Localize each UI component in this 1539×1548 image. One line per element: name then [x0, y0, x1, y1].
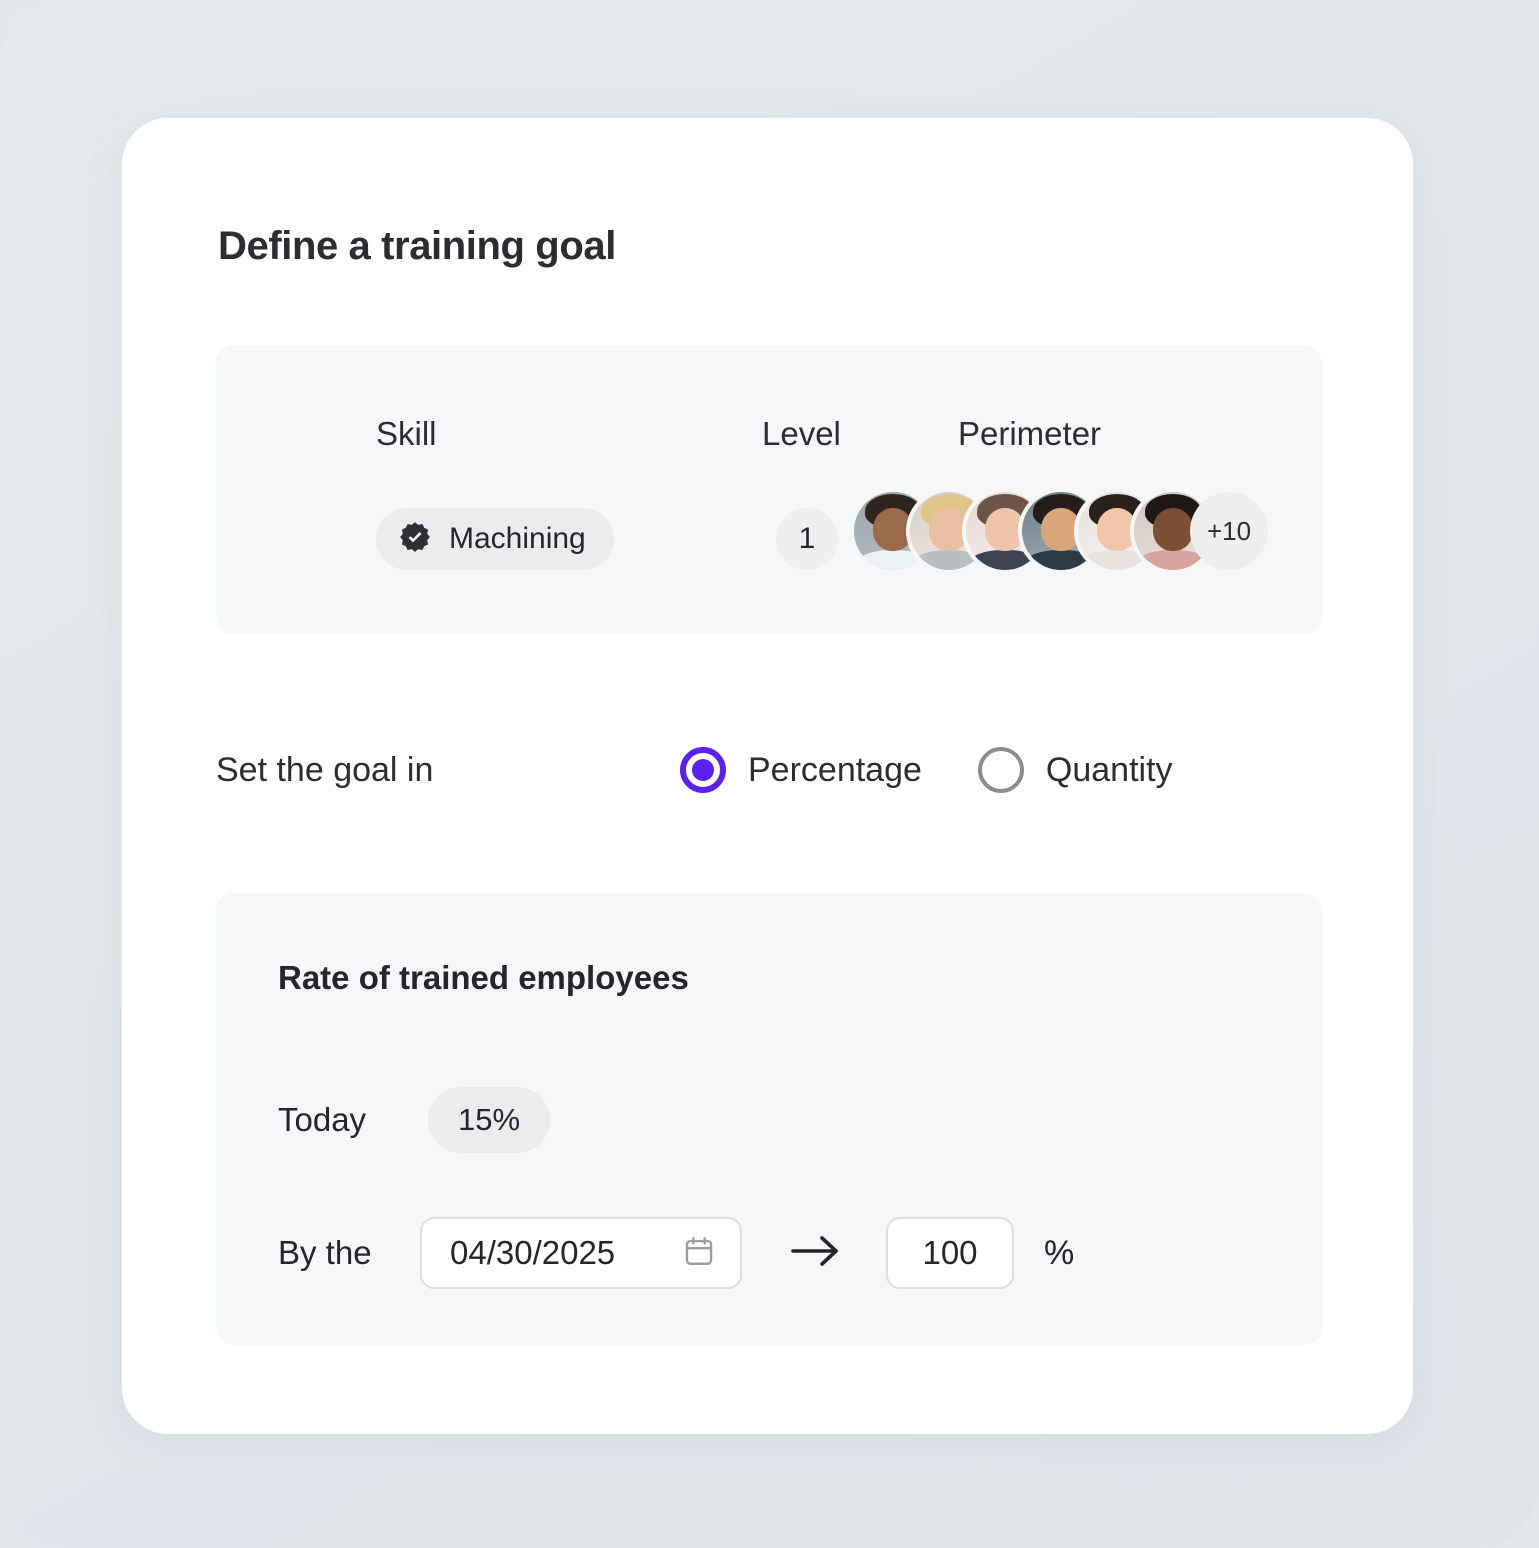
skill-summary-panel: Skill Level Perimeter Machining 1 +10 [216, 345, 1322, 634]
column-header-skill: Skill [376, 415, 437, 452]
target-rate-row: By the 04/30/2025 100 % [278, 1215, 1074, 1291]
today-label: Today [278, 1101, 367, 1138]
radio-option-percentage[interactable]: Percentage [680, 747, 922, 793]
avatar-overflow-count[interactable]: +10 [1190, 492, 1268, 570]
skill-chip-label: Machining [449, 522, 586, 555]
target-date-value: 04/30/2025 [450, 1234, 616, 1271]
target-unit-label: % [1044, 1233, 1075, 1272]
radio-option-quantity[interactable]: Quantity [977, 747, 1173, 793]
radio-percentage-icon[interactable] [680, 747, 726, 793]
radio-quantity-icon[interactable] [977, 747, 1024, 793]
training-goal-card: Define a training goal Skill Level Perim… [122, 118, 1413, 1434]
goal-type-row: Set the goal in Percentage Quantity [216, 740, 1322, 800]
rate-panel: Rate of trained employees Today 15% By t… [216, 893, 1322, 1345]
rate-panel-title: Rate of trained employees [278, 959, 689, 996]
level-badge[interactable]: 1 [776, 508, 838, 570]
by-the-label: By the [278, 1234, 372, 1271]
calendar-icon[interactable] [682, 1234, 716, 1273]
target-value-input[interactable]: 100 [886, 1217, 1014, 1289]
perimeter-avatar-stack[interactable]: +10 [854, 492, 1268, 570]
radio-percentage-label: Percentage [748, 750, 922, 789]
goal-type-label: Set the goal in [216, 750, 434, 789]
target-date-input[interactable]: 04/30/2025 [420, 1217, 742, 1289]
page-title: Define a training goal [218, 224, 616, 268]
column-header-perimeter: Perimeter [958, 415, 1102, 452]
today-value-chip: 15% [428, 1087, 550, 1153]
arrow-right-icon [790, 1233, 842, 1274]
skill-chip[interactable]: Machining [376, 508, 614, 570]
verified-badge-icon [398, 520, 432, 559]
today-rate-row: Today 15% [278, 1085, 550, 1155]
column-header-level: Level [762, 415, 841, 452]
radio-quantity-label: Quantity [1045, 750, 1173, 789]
page-backdrop: Define a training goal Skill Level Perim… [0, 0, 1539, 1548]
